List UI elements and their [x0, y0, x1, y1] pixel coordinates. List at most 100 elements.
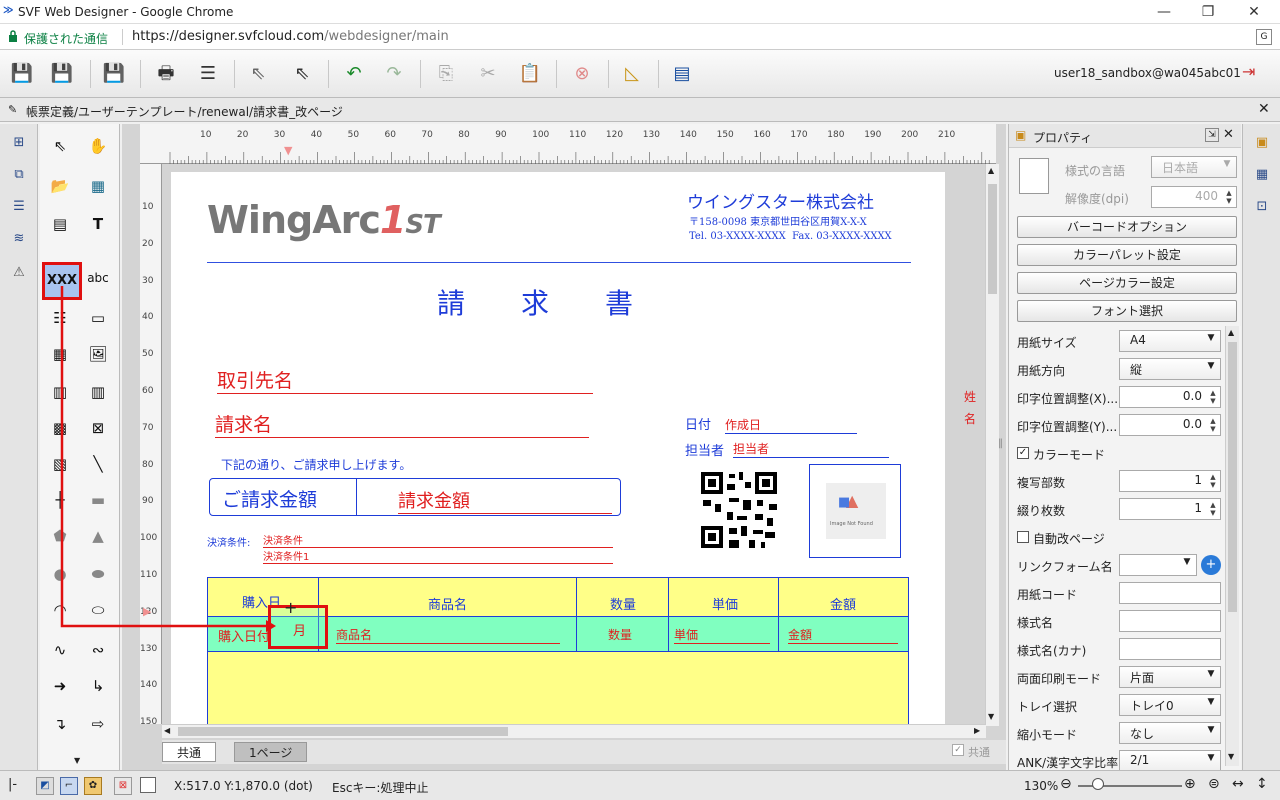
zoom-in-icon[interactable]: ⊕: [1184, 776, 1196, 792]
common-checkbox[interactable]: ✓: [952, 744, 964, 756]
prop-value-field[interactable]: 片面 ▼: [1119, 666, 1221, 688]
prop-checkbox[interactable]: [1017, 531, 1029, 543]
prop-value-field[interactable]: 2/1 ▼: [1119, 750, 1221, 772]
scroll-up-icon[interactable]: ▲: [988, 166, 994, 175]
print-icon[interactable]: 🖶: [152, 60, 180, 88]
select-all-icon[interactable]: ⇖: [288, 60, 316, 88]
detail-table[interactable]: 購入日 商品名 数量 単価 金額 購入日付 商品名 数量 単価 金額: [207, 577, 909, 729]
prop-value-field[interactable]: 1 ▲ ▼: [1119, 470, 1221, 492]
qr-code[interactable]: [699, 470, 779, 550]
props-scroll-thumb[interactable]: [1228, 342, 1237, 612]
pointer-tool-icon[interactable]: ⇖: [42, 130, 78, 162]
prop-value-field[interactable]: ▼: [1119, 554, 1197, 576]
cut-icon[interactable]: ✂: [474, 60, 502, 88]
close-document-icon[interactable]: ✕: [1258, 101, 1270, 117]
curve-icon[interactable]: ∾: [80, 634, 116, 666]
box-icon[interactable]: [140, 777, 156, 793]
pin-icon[interactable]: ⇲: [1205, 128, 1219, 142]
fit-width-icon[interactable]: ↔: [1232, 776, 1244, 792]
fit-page-icon[interactable]: ⊜: [1208, 776, 1220, 792]
guide-icon[interactable]: ⌐: [60, 777, 78, 795]
header-line[interactable]: [207, 262, 911, 263]
zoom-out-icon[interactable]: ⊖: [1060, 776, 1072, 792]
delete-icon[interactable]: ⊗: [568, 60, 596, 88]
prop-value-field[interactable]: 0.0 ▲ ▼: [1119, 386, 1221, 408]
restore-icon[interactable]: ❐: [1194, 2, 1222, 22]
company-tel[interactable]: Tel. 03-XXXX-XXXX Fax. 03-XXXX-XXXX: [689, 231, 892, 242]
close-properties-icon[interactable]: ✕: [1223, 127, 1234, 142]
color-palette-button[interactable]: カラーパレット設定: [1017, 244, 1237, 266]
dpi-field[interactable]: 400 ▲ ▼: [1151, 186, 1237, 208]
date-field[interactable]: 作成日: [725, 416, 857, 434]
payment-field-1[interactable]: 決済条件: [263, 532, 613, 548]
vertical-scrollbar[interactable]: ▲ ▼: [985, 164, 999, 726]
layers-copy-icon[interactable]: ⧉: [8, 164, 30, 186]
horizontal-scrollbar[interactable]: ◀ ▶: [162, 724, 986, 738]
company-name[interactable]: ウイングスター株式会社: [687, 188, 874, 213]
undo-icon[interactable]: ↶: [340, 60, 368, 88]
select-icon[interactable]: ⇖: [244, 60, 272, 88]
person-field[interactable]: 担当者: [733, 440, 889, 458]
text-tool-icon[interactable]: T: [80, 208, 116, 240]
tab-common[interactable]: 共通: [162, 742, 217, 762]
copy-icon[interactable]: ⎘: [432, 60, 460, 88]
arrow-fat-icon[interactable]: ⇨: [80, 708, 116, 740]
save-icon[interactable]: 💾: [8, 60, 36, 88]
scroll-right-icon[interactable]: ▶: [974, 726, 980, 735]
barcode-tab-icon[interactable]: ▦: [1251, 164, 1273, 186]
stack-icon[interactable]: ≋: [8, 228, 30, 250]
grid-tool-icon[interactable]: ▦: [80, 170, 116, 202]
side-field-1[interactable]: 姓: [964, 388, 976, 405]
date-label[interactable]: 日付: [685, 414, 711, 433]
image-tab-icon[interactable]: ⊡: [1251, 196, 1273, 218]
payment-field-2[interactable]: 決済条件1: [263, 548, 613, 564]
close-window-icon[interactable]: ✕: [1240, 2, 1268, 22]
lang-select[interactable]: 日本語 ▼: [1151, 156, 1237, 178]
paste-icon[interactable]: 📋: [516, 60, 544, 88]
properties-scrollbar[interactable]: ▲ ▼: [1225, 326, 1239, 766]
prop-checkbox[interactable]: ✓: [1017, 447, 1029, 459]
scroll-left-icon[interactable]: ◀: [164, 726, 170, 735]
arrow-bend-icon[interactable]: ↳: [80, 670, 116, 702]
arrow-hook-icon[interactable]: ↴: [42, 708, 78, 740]
prop-value-field[interactable]: 1 ▲ ▼: [1119, 498, 1221, 520]
list-icon[interactable]: ☰: [8, 196, 30, 218]
barcode-options-button[interactable]: バーコードオプション: [1017, 216, 1237, 238]
minimize-icon[interactable]: —: [1150, 2, 1178, 22]
translate-icon[interactable]: G: [1256, 29, 1272, 45]
prop-value-field[interactable]: [1119, 610, 1221, 632]
image-frame[interactable]: ▲ ■ Image Not Found: [809, 464, 901, 558]
error-icon[interactable]: ⊠: [114, 777, 132, 795]
save-local-icon[interactable]: 💾: [100, 60, 128, 88]
font-select-button[interactable]: フォント選択: [1017, 300, 1237, 322]
color-mode-icon[interactable]: ✿: [84, 777, 102, 795]
company-address[interactable]: 〒158-0098 東京都世田谷区用賀X-X-X: [689, 213, 867, 228]
open-folder-icon[interactable]: 📂: [42, 170, 78, 202]
fit-height-icon[interactable]: ↕: [1256, 776, 1268, 792]
prop-value-field[interactable]: なし ▼: [1119, 722, 1221, 744]
tab-page1[interactable]: 1ページ: [234, 742, 308, 762]
prop-value-field[interactable]: [1119, 582, 1221, 604]
hscroll-thumb[interactable]: [178, 727, 508, 736]
snap-icon[interactable]: ◩: [36, 777, 54, 795]
ruler-tool-icon[interactable]: ◺: [618, 60, 646, 88]
scroll-down-icon[interactable]: ▼: [988, 712, 994, 721]
properties-tab-icon[interactable]: ▣: [1251, 132, 1273, 154]
prop-value-field[interactable]: 縦 ▼: [1119, 358, 1221, 380]
palette-scroll-down-icon[interactable]: ▼: [74, 756, 80, 765]
document-title[interactable]: 請 求 書: [437, 282, 633, 322]
redo-icon[interactable]: ↷: [380, 60, 408, 88]
collapse-icon[interactable]: |-: [8, 777, 17, 792]
prop-value-field[interactable]: 0.0 ▲ ▼: [1119, 414, 1221, 436]
user-profile-icon[interactable]: ▤: [668, 60, 696, 88]
print-preview-icon[interactable]: ☰: [194, 60, 222, 88]
person-label[interactable]: 担当者: [685, 440, 724, 459]
props-scroll-up-icon[interactable]: ▲: [1228, 328, 1234, 337]
save-as-icon[interactable]: 💾: [48, 60, 76, 88]
prop-value-field[interactable]: [1119, 638, 1221, 660]
arrow-right-icon[interactable]: ➜: [42, 670, 78, 702]
props-scroll-down-icon[interactable]: ▼: [1228, 752, 1234, 761]
page-color-button[interactable]: ページカラー設定: [1017, 272, 1237, 294]
zoom-slider-handle[interactable]: [1092, 778, 1104, 790]
prop-value-field[interactable]: A4 ▼: [1119, 330, 1221, 352]
